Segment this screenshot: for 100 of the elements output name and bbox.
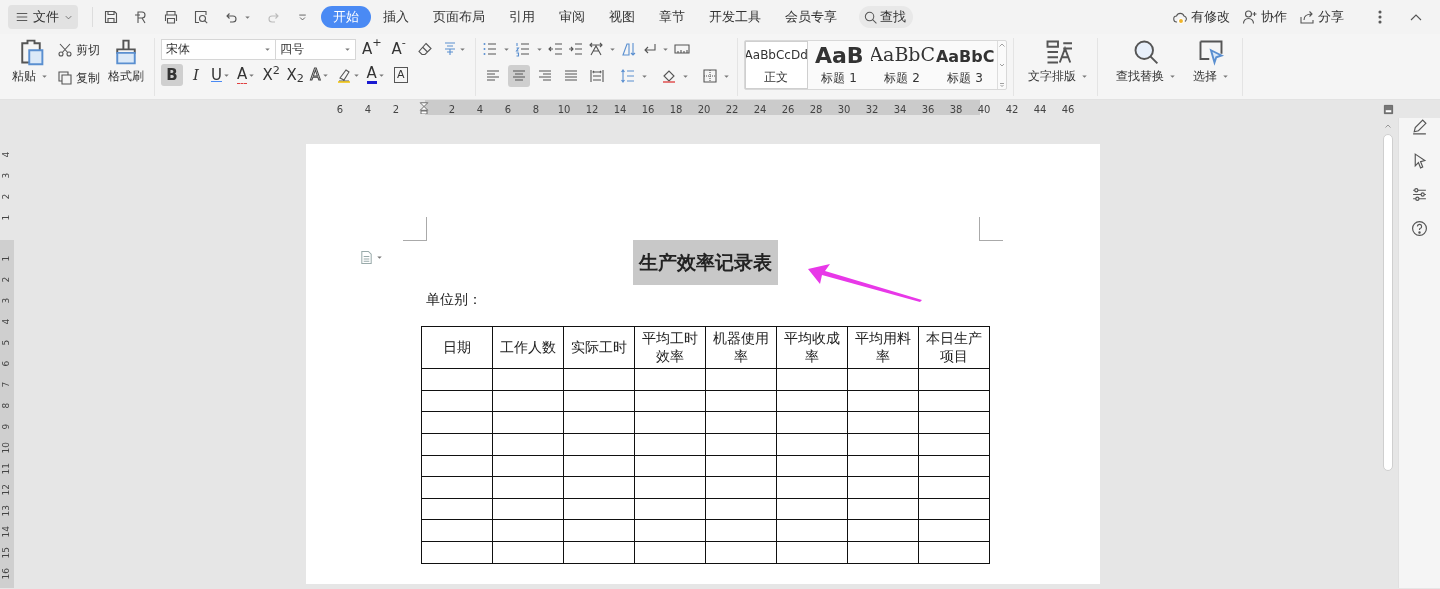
sync-status-button[interactable]: 有修改 bbox=[1172, 9, 1230, 25]
ruler-number: 4 bbox=[363, 102, 373, 117]
increase-indent-icon bbox=[567, 41, 584, 57]
table-cell bbox=[492, 433, 564, 456]
table-cell bbox=[634, 476, 706, 499]
ruler-number: 32 bbox=[864, 102, 880, 117]
table-cell bbox=[847, 519, 919, 542]
align-center-button[interactable] bbox=[507, 65, 530, 87]
style-name: 标题 1 bbox=[821, 70, 857, 87]
bold-button[interactable]: B bbox=[161, 64, 183, 86]
ruler-number: 2 bbox=[0, 276, 13, 283]
format-painter-button[interactable]: 格式刷 bbox=[104, 38, 148, 96]
help-button[interactable] bbox=[1411, 220, 1428, 237]
table-cell bbox=[421, 411, 493, 434]
add-person-icon bbox=[1242, 9, 1258, 25]
strikethrough-button[interactable]: A bbox=[235, 64, 259, 86]
collaborate-button[interactable]: 协作 bbox=[1242, 9, 1287, 25]
chinese-layout-icon bbox=[587, 41, 604, 57]
decrease-font-size-button[interactable]: A$^{-}$ bbox=[387, 38, 410, 60]
copy-button[interactable]: 复制 bbox=[57, 66, 100, 90]
expand-icon bbox=[997, 81, 1006, 89]
line-spacing-icon bbox=[619, 68, 636, 84]
distribute-icon bbox=[588, 68, 605, 84]
ruler-toggle-button[interactable] bbox=[1383, 103, 1394, 115]
table-cell bbox=[421, 476, 493, 499]
paragraph-menu-button[interactable] bbox=[359, 250, 384, 265]
ribbon-tab[interactable]: 视图 bbox=[597, 6, 647, 28]
find-replace-button[interactable]: 查找替换 bbox=[1111, 38, 1181, 96]
ribbon-tab[interactable]: 会员专享 bbox=[773, 6, 849, 28]
ruler-number: 8 bbox=[0, 402, 13, 409]
font-family-dropdown[interactable]: 宋体 bbox=[161, 38, 276, 60]
print-preview-icon bbox=[193, 9, 209, 25]
table-cell bbox=[918, 411, 990, 434]
align-right-icon bbox=[536, 68, 553, 84]
style-scroll-buttons[interactable] bbox=[996, 41, 1006, 89]
text-layout-button[interactable]: 文字排版 bbox=[1023, 38, 1093, 96]
table-cell bbox=[421, 519, 493, 542]
style-name: 正文 bbox=[764, 69, 789, 86]
shading-icon bbox=[660, 68, 677, 84]
table-cell bbox=[847, 455, 919, 477]
margin-corner-mark bbox=[403, 217, 427, 241]
print-preview-button[interactable] bbox=[193, 9, 209, 25]
superscript-button[interactable]: X$^{2}$ bbox=[260, 64, 283, 86]
style-option[interactable]: AaBbC 标题 3 bbox=[933, 41, 997, 89]
column-header: 机器使用率 bbox=[705, 326, 777, 369]
underline-button[interactable]: U bbox=[209, 64, 233, 86]
borders-icon bbox=[701, 68, 718, 84]
search-button[interactable]: 查找 bbox=[859, 6, 913, 28]
table-cell bbox=[634, 498, 706, 520]
ribbon-tab[interactable]: 插入 bbox=[371, 6, 421, 28]
table-cell bbox=[918, 519, 990, 542]
ribbon-tab[interactable]: 开发工具 bbox=[697, 6, 773, 28]
italic-button[interactable]: I bbox=[185, 64, 207, 86]
character-border-button[interactable]: A bbox=[389, 64, 412, 86]
table-cell bbox=[705, 476, 777, 499]
select-button[interactable]: 选择 bbox=[1188, 38, 1234, 96]
ruler-number: 42 bbox=[1004, 102, 1020, 117]
table-cell bbox=[705, 433, 777, 456]
column-header: 日期 bbox=[421, 326, 493, 369]
ribbon-tab[interactable]: 引用 bbox=[497, 6, 547, 28]
ribbon-tab[interactable]: 章节 bbox=[647, 6, 697, 28]
file-menu-button[interactable]: 文件 bbox=[8, 5, 78, 29]
paste-button[interactable]: 粘贴 bbox=[8, 38, 53, 96]
cut-button[interactable]: 剪切 bbox=[57, 38, 100, 62]
ruler-number: 11 bbox=[0, 462, 13, 475]
save-button[interactable] bbox=[103, 9, 119, 25]
ribbon-tab[interactable]: 页面布局 bbox=[421, 6, 497, 28]
table-cell bbox=[492, 411, 564, 434]
font-size-dropdown[interactable]: 四号 bbox=[276, 38, 356, 60]
ruler-number: 4 bbox=[0, 318, 13, 325]
subscript-button[interactable]: X$_{2}$ bbox=[284, 64, 307, 86]
style-preview: AaB bbox=[814, 45, 864, 67]
table-cell bbox=[563, 368, 635, 391]
settings-button[interactable] bbox=[1411, 186, 1428, 203]
scrollbar-thumb[interactable] bbox=[1383, 134, 1393, 471]
table-cell bbox=[705, 455, 777, 477]
table-cell bbox=[492, 455, 564, 477]
edit-button[interactable] bbox=[1411, 118, 1428, 135]
table-cell bbox=[918, 455, 990, 477]
print-button[interactable] bbox=[163, 9, 179, 25]
scroll-up-icon[interactable] bbox=[1384, 122, 1392, 130]
indent-marker-icon[interactable] bbox=[418, 101, 430, 114]
ribbon-tab[interactable]: 审阅 bbox=[547, 6, 597, 28]
table-cell bbox=[421, 498, 493, 520]
ruler-number: 14 bbox=[612, 102, 628, 117]
column-header: 实际工时 bbox=[563, 326, 635, 369]
table-cell bbox=[705, 411, 777, 434]
font-color-button[interactable]: A bbox=[364, 64, 388, 86]
style-option[interactable]: AaB 标题 1 bbox=[807, 41, 871, 89]
table-cell bbox=[847, 368, 919, 391]
ruler-number: 12 bbox=[0, 483, 13, 496]
ruler-number: 6 bbox=[335, 102, 345, 117]
style-name: 标题 2 bbox=[884, 70, 920, 87]
export-button[interactable] bbox=[133, 9, 149, 25]
share-icon bbox=[1299, 9, 1315, 25]
share-button[interactable]: 分享 bbox=[1299, 9, 1344, 25]
increase-font-size-button[interactable]: A$^{+}$ bbox=[360, 38, 384, 60]
table-cell bbox=[492, 390, 564, 412]
ruler-number: 3 bbox=[0, 297, 13, 304]
ruler-number: 9 bbox=[0, 423, 13, 430]
